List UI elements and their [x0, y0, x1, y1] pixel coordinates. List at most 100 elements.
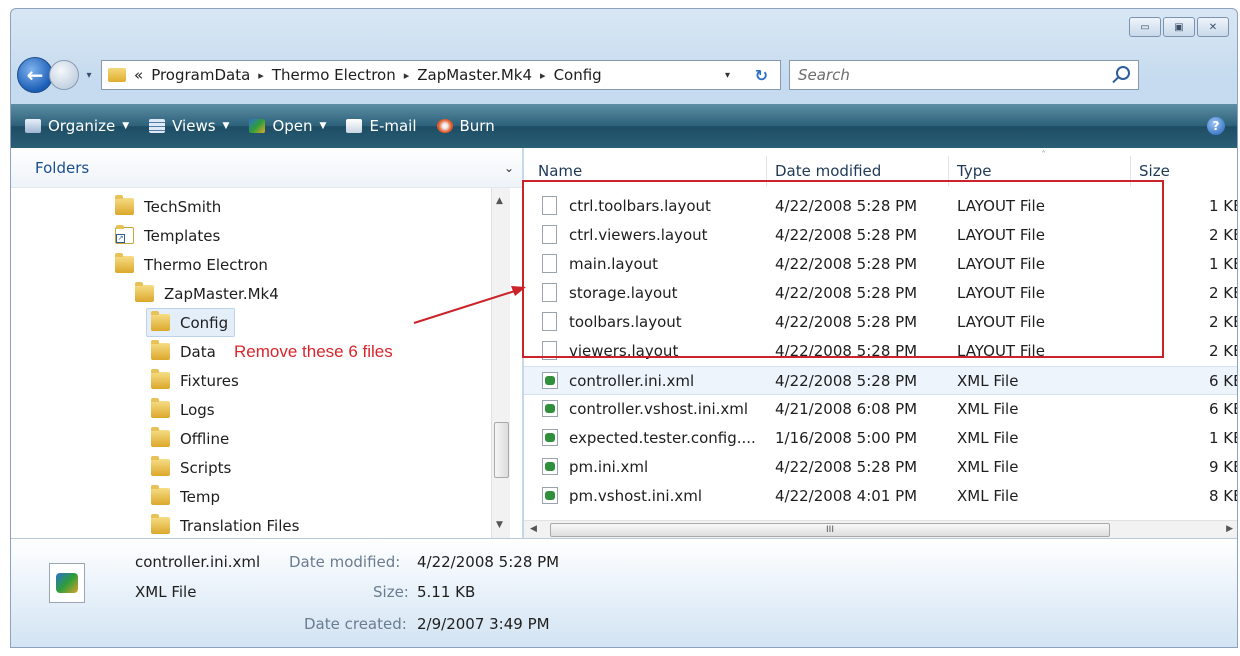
file-list-horizontal-scrollbar[interactable]: ◀ III ▶ — [524, 520, 1237, 538]
folder-icon — [135, 282, 154, 302]
file-row[interactable]: expected.tester.config.... 1/16/2008 5:00… — [524, 424, 1237, 453]
help-icon[interactable]: ? — [1207, 117, 1225, 135]
refresh-icon[interactable]: ↻ — [755, 66, 768, 85]
file-row[interactable]: controller.vshost.ini.xml 4/21/2008 6:08 … — [524, 395, 1237, 424]
file-size-cell: 2 KE — [1209, 226, 1237, 244]
file-size-cell: 1 KE — [1209, 255, 1237, 273]
chevron-down-icon[interactable]: ⌄ — [504, 161, 514, 175]
scroll-up-arrow-icon[interactable]: ▲ — [496, 196, 503, 206]
column-header-type-label: Type — [957, 162, 992, 180]
details-date-created: 2/9/2007 3:49 PM — [417, 615, 550, 633]
file-size-cell: 1 KE — [1209, 197, 1237, 215]
details-date-modified: 4/22/2008 5:28 PM — [417, 553, 560, 571]
file-type-cell: XML File — [957, 400, 1019, 418]
folder-icon — [108, 68, 126, 82]
file-type-cell: XML File — [957, 429, 1019, 447]
folder-tree-item-label: Templates — [144, 226, 221, 245]
xml-file-icon — [542, 458, 558, 475]
folder-tree-item-logs[interactable]: Logs — [151, 395, 215, 424]
search-input[interactable]: Search — [789, 60, 1139, 90]
views-icon — [149, 119, 166, 133]
email-button[interactable]: E-mail — [346, 117, 417, 135]
details-date-modified-label: Date modified: — [289, 553, 401, 571]
folder-tree-item-offline[interactable]: Offline — [151, 424, 229, 453]
file-row[interactable]: pm.vshost.ini.xml 4/22/2008 4:01 PM XML Fi… — [524, 482, 1237, 511]
folder-tree-item-techsmith[interactable]: TechSmith — [115, 192, 221, 221]
folders-header-label: Folders — [35, 158, 90, 177]
file-name-cell: controller.ini.xml — [569, 372, 695, 390]
address-bar[interactable]: « ProgramData ▸ Thermo Electron ▸ ZapMas… — [101, 60, 781, 90]
breadcrumb-separator[interactable]: ▸ — [404, 69, 410, 82]
forward-button[interactable] — [49, 60, 79, 90]
chevron-down-icon: ▼ — [222, 121, 230, 131]
maximize-button[interactable]: ▣ — [1163, 17, 1195, 37]
folder-tree-item-config[interactable]: Config — [146, 308, 236, 337]
search-icon[interactable] — [1116, 66, 1130, 80]
xml-file-icon — [542, 429, 558, 446]
folder-tree-item-zapmaster-mk4[interactable]: ZapMaster.Mk4 — [135, 279, 279, 308]
address-overflow-chevron[interactable]: « — [134, 66, 143, 84]
folder-icon — [151, 369, 170, 389]
file-name-cell: pm.vshost.ini.xml — [569, 487, 703, 505]
folder-tree-item-fixtures[interactable]: Fixtures — [151, 366, 239, 395]
folder-icon — [151, 398, 170, 418]
details-date-created-label: Date created: — [304, 615, 407, 633]
file-type-cell: XML File — [957, 487, 1019, 505]
shortcut-folder-icon: ↗ — [115, 225, 134, 244]
scrollbar-thumb[interactable] — [494, 422, 509, 478]
xml-file-icon — [542, 400, 558, 417]
annotation-text: Remove these 6 files — [234, 342, 393, 361]
folder-icon — [151, 485, 170, 505]
breadcrumb-separator[interactable]: ▸ — [258, 69, 264, 82]
scrollbar-thumb[interactable]: III — [550, 523, 1110, 537]
minimize-button[interactable]: ▭ — [1129, 17, 1161, 37]
file-row[interactable]: pm.ini.xml 4/22/2008 5:28 PM XML File 9 KE — [524, 453, 1237, 482]
recent-pages-dropdown[interactable]: ▾ — [81, 70, 97, 81]
breadcrumb-config[interactable]: Config — [554, 66, 602, 84]
open-label: Open — [272, 117, 313, 135]
folder-tree-item-data[interactable]: Data — [151, 337, 216, 366]
breadcrumb-separator[interactable]: ▸ — [540, 69, 546, 82]
breadcrumb-thermo-electron[interactable]: Thermo Electron — [272, 66, 396, 84]
chevron-down-icon: ▼ — [319, 121, 327, 131]
scroll-right-arrow-icon[interactable]: ▶ — [1226, 524, 1233, 534]
command-toolbar: Organize ▼ Views ▼ Open ▼ E-mail Burn ? — [11, 104, 1237, 148]
folder-icon — [115, 195, 134, 215]
folder-icon — [151, 456, 170, 476]
file-date-cell: 4/22/2008 4:01 PM — [775, 487, 918, 505]
scroll-down-arrow-icon[interactable]: ▼ — [496, 520, 503, 530]
close-button[interactable]: ✕ — [1197, 17, 1229, 37]
file-type-cell: XML File — [957, 372, 1019, 390]
file-row[interactable]: controller.ini.xml 4/22/2008 5:28 PM XML F… — [524, 366, 1237, 395]
folder-tree-item-label: Scripts — [180, 458, 232, 477]
organize-button[interactable]: Organize ▼ — [25, 117, 129, 135]
breadcrumb-programdata[interactable]: ProgramData — [151, 66, 250, 84]
views-button[interactable]: Views ▼ — [149, 117, 229, 135]
details-pane: controller.ini.xml Date modified: 4/22/2… — [11, 538, 1237, 647]
address-dropdown-icon[interactable]: ▾ — [725, 70, 730, 81]
file-size-cell: 1 KE — [1209, 429, 1237, 447]
folder-tree-item-label: Offline — [180, 429, 230, 448]
caption-buttons: ▭ ▣ ✕ — [1127, 17, 1229, 37]
open-button[interactable]: Open ▼ — [249, 117, 326, 135]
file-name-cell: expected.tester.config.... — [569, 429, 756, 447]
folder-tree-item-translation-files[interactable]: Translation Files — [151, 511, 299, 538]
folder-tree-item-thermo-electron[interactable]: Thermo Electron — [115, 250, 268, 279]
folders-header[interactable]: Folders ⌄ — [11, 148, 522, 188]
breadcrumb-zapmaster[interactable]: ZapMaster.Mk4 — [417, 66, 532, 84]
folder-tree-item-label: TechSmith — [144, 197, 222, 216]
burn-button[interactable]: Burn — [436, 117, 495, 135]
file-size-cell: 2 KE — [1209, 313, 1237, 331]
folder-icon — [115, 253, 134, 273]
scroll-left-arrow-icon[interactable]: ◀ — [530, 524, 537, 534]
file-date-cell: 1/16/2008 5:00 PM — [775, 429, 918, 447]
back-arrow-icon: ← — [26, 63, 44, 87]
file-size-cell: 2 KE — [1209, 342, 1237, 360]
folder-tree-item-temp[interactable]: Temp — [151, 482, 220, 511]
back-button[interactable]: ← — [17, 57, 53, 93]
xml-file-icon — [49, 563, 85, 603]
folder-tree-item-templates[interactable]: ↗ Templates — [115, 221, 220, 250]
folders-vertical-scrollbar[interactable]: ▲ ▼ — [491, 188, 510, 538]
folder-tree-item-label: Temp — [180, 487, 220, 506]
folder-tree-item-scripts[interactable]: Scripts — [151, 453, 231, 482]
